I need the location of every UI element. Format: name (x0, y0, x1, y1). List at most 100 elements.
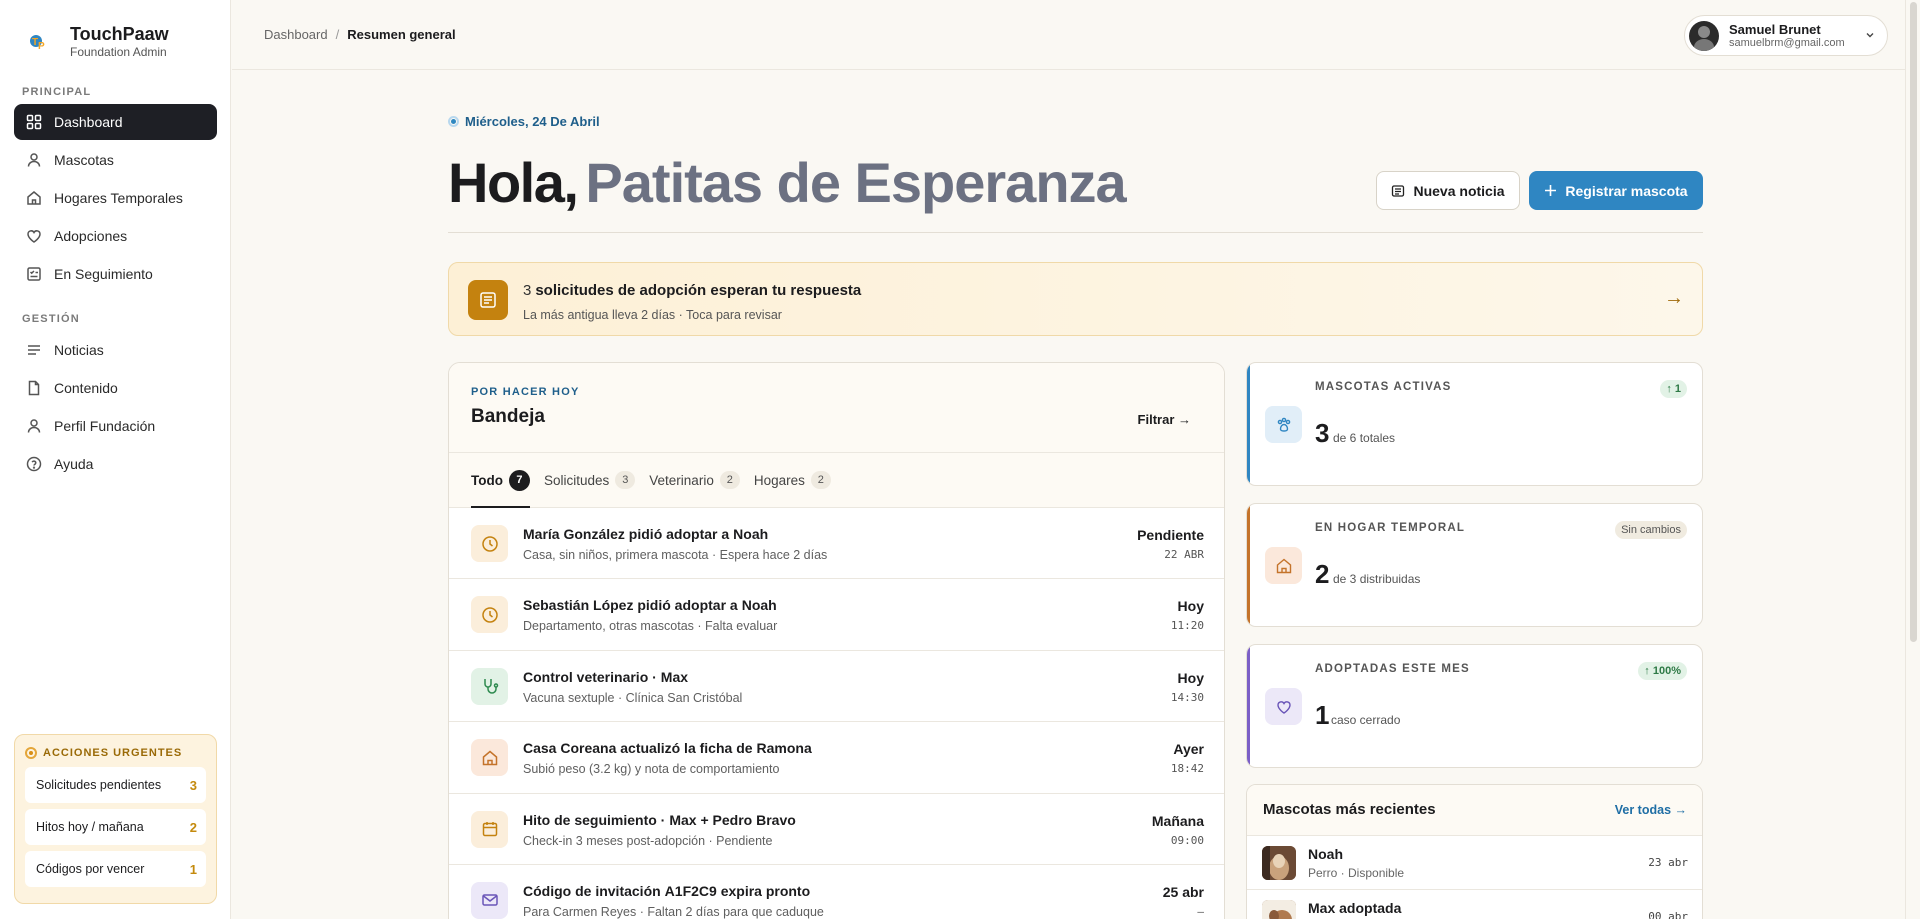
stat-description: de 6 totales (1333, 431, 1396, 445)
sidebar-item-label: Mascotas (54, 152, 114, 168)
row-status: Ayer (1173, 741, 1204, 758)
pet-date: 00 abr (1648, 910, 1688, 919)
urgent-item-count: 1 (189, 861, 197, 877)
row-time: — (1197, 904, 1204, 918)
row-title-text: Casa Coreana actualizó la ficha de (523, 740, 753, 757)
row-subtitle: Subió peso (3.2 kg) y nota de comportami… (523, 762, 780, 777)
row-title-text: Código de invitación (523, 882, 661, 899)
home-icon (1265, 547, 1302, 584)
inbox-row[interactable]: Hito de seguimiento · Max + Pedro Bravo C… (449, 794, 1224, 865)
stat-label: MASCOTAS ACTIVAS (1315, 381, 1452, 393)
sidebar-item-perfil[interactable]: Perfil Fundación (14, 408, 217, 444)
tab-todo[interactable]: Todo 7 (471, 453, 530, 508)
tab-count-badge: 2 (810, 471, 831, 489)
grid-icon (26, 114, 42, 130)
mail-icon (471, 881, 508, 919)
stat-description: caso cerrado (1331, 713, 1401, 727)
sidebar-item-hogares[interactable]: Hogares Temporales (14, 180, 217, 216)
inbox-row[interactable]: Casa Coreana actualizó la ficha de Ramona… (449, 722, 1224, 794)
sidebar-item-label: Hogares Temporales (54, 190, 183, 206)
tab-veterinario[interactable]: Veterinario 2 (649, 453, 740, 507)
banner-title: 3 solicitudes de adopción esperan tu resp… (523, 282, 861, 299)
see-all-link[interactable]: Ver todas → (1615, 803, 1687, 817)
page-scrollbar[interactable] (1905, 0, 1920, 919)
sidebar-item-adopciones[interactable]: Adopciones (14, 218, 217, 254)
sidebar-item-mascotas[interactable]: Mascotas (14, 142, 217, 178)
inbox-icon (468, 280, 508, 320)
divider (448, 232, 1703, 233)
adoption-requests-banner[interactable]: 3 solicitudes de adopción esperan tu resp… (448, 262, 1703, 336)
row-status: Hoy (1177, 669, 1204, 686)
row-pet: Noah (741, 597, 777, 614)
sidebar-item-contenido[interactable]: Contenido (14, 370, 217, 406)
topbar: Dashboard / Resumen general Samuel Brunet … (232, 0, 1920, 70)
clock-icon (471, 525, 508, 562)
inbox-header: POR HACER HOY Bandeja Filtrar → (449, 363, 1224, 453)
urgent-actions-title: ACCIONES URGENTES (25, 747, 206, 759)
urgent-item-hitos[interactable]: Hitos hoy / mañana 2 (25, 809, 206, 845)
pet-list-item[interactable]: Max adoptada 00 abr (1247, 890, 1702, 919)
svg-text:P: P (38, 41, 45, 52)
pet-meta: Perro · Disponible (1308, 866, 1405, 880)
checklist-icon (27, 267, 41, 281)
inbox-row[interactable]: María González pidió adoptar a Noah Casa,… (449, 508, 1224, 580)
register-pet-button[interactable]: Registrar mascota (1529, 171, 1703, 210)
stat-accent-bar (1247, 504, 1250, 626)
row-time: 22 ABR (1164, 548, 1204, 561)
sidebar-item-dashboard[interactable]: Dashboard (14, 104, 217, 140)
heart-icon (1265, 688, 1302, 725)
brand-name: TouchPaaw (70, 24, 169, 44)
stat-accent-bar (1247, 363, 1250, 485)
user-menu[interactable]: Samuel Brunet samuelbrm@gmail.com (1684, 15, 1888, 56)
sidebar-item-seguimiento[interactable]: En Seguimiento (14, 256, 217, 292)
inbox-row[interactable]: Control veterinario · Max Vacuna sextuple… (449, 651, 1224, 723)
sidebar-item-ayuda[interactable]: Ayuda (14, 446, 217, 482)
sidebar-item-noticias[interactable]: Noticias (14, 332, 217, 368)
sidebar-item-label: Noticias (54, 342, 104, 358)
tab-count-badge: 3 (615, 471, 636, 489)
urgent-item-codigos[interactable]: Códigos por vencer 1 (25, 851, 206, 887)
urgent-actions-label: ACCIONES URGENTES (43, 747, 183, 759)
stat-card-adopted[interactable]: ADOPTADAS ESTE MES ↑ 100% 1 caso cerrado (1246, 644, 1703, 768)
stat-card-foster-homes[interactable]: EN HOGAR TEMPORAL Sin cambios 2 de 3 dis… (1246, 503, 1703, 627)
pet-photo (1262, 846, 1296, 880)
brand[interactable]: TP TouchPaaw Foundation Admin (28, 24, 169, 59)
stat-value: 2 (1315, 559, 1330, 589)
stat-change-chip: ↑ 100% (1638, 662, 1687, 680)
recent-pets-header: Mascotas más recientes Ver todas → (1247, 785, 1702, 836)
breadcrumb-dashboard[interactable]: Dashboard (264, 27, 328, 42)
urgent-item-label: Solicitudes pendientes (36, 778, 162, 792)
register-pet-label: Registrar mascota (1565, 182, 1688, 199)
urgent-item-solicitudes[interactable]: Solicitudes pendientes 3 (25, 767, 206, 803)
row-subtitle: Vacuna sextuple · Clínica San Cristóbal (523, 690, 743, 705)
tab-count-badge: 2 (719, 471, 740, 489)
stat-card-active-pets[interactable]: MASCOTAS ACTIVAS ↑ 1 3 de 6 totales (1246, 362, 1703, 486)
urgent-item-label: Códigos por vencer (36, 862, 145, 876)
paw-icon (1265, 406, 1302, 443)
filter-button[interactable]: Filtrar → (1138, 412, 1191, 427)
urgent-item-count: 3 (189, 777, 197, 793)
inbox-row[interactable]: Código de invitación A1F2C9 expira pronto… (449, 865, 1224, 919)
stat-accent-bar (1247, 645, 1250, 767)
avatar (1689, 20, 1719, 51)
stat-change-chip: Sin cambios (1615, 521, 1687, 539)
sidebar-item-label: Ayuda (54, 456, 94, 472)
tab-solicitudes[interactable]: Solicitudes 3 (544, 453, 636, 507)
row-title: Control veterinario · Max (523, 669, 688, 685)
breadcrumb-separator: / (335, 27, 340, 42)
recent-pets-panel: Mascotas más recientes Ver todas → Noah … (1246, 784, 1703, 919)
sidebar-item-label: Contenido (54, 380, 118, 396)
inbox-row[interactable]: Sebastián López pidió adoptar a Noah Depa… (449, 579, 1224, 651)
new-news-button[interactable]: Nueva noticia (1376, 171, 1520, 210)
clock-icon (471, 596, 508, 634)
nav-gestion: Noticias Contenido Perfil Fundación Ayud… (14, 332, 217, 484)
row-status: Mañana (1151, 812, 1204, 829)
stat-label: ADOPTADAS ESTE MES (1315, 663, 1470, 675)
tab-hogares[interactable]: Hogares 2 (754, 453, 831, 507)
stat-value: 1 (1315, 700, 1330, 730)
stat-label: EN HOGAR TEMPORAL (1315, 522, 1466, 534)
pet-list-item[interactable]: Noah Perro · Disponible 23 abr (1247, 836, 1702, 890)
sidebar-item-label: En Seguimiento (54, 266, 153, 282)
urgent-actions-panel: ACCIONES URGENTES Solicitudes pendientes… (14, 734, 217, 904)
breadcrumb-current: Resumen general (347, 27, 456, 42)
